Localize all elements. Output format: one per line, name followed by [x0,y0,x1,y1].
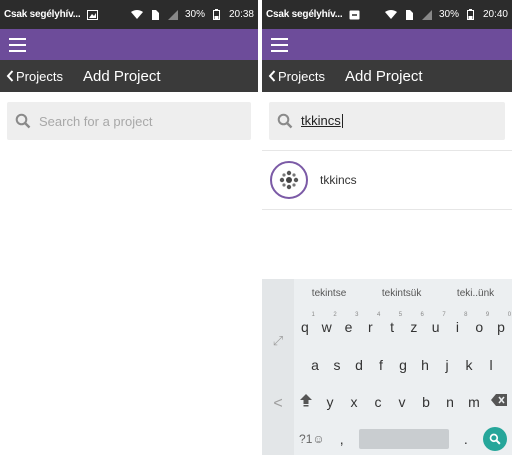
search-icon [277,113,293,129]
clock: 20:38 [228,9,254,20]
key-l[interactable]: l [484,357,498,373]
status-bar: Csak segélyhív... 30% 20:40 [262,0,512,29]
app-bar [262,29,512,60]
battery-percent: 30% [438,9,459,20]
key-s[interactable]: s [330,357,344,373]
key-d[interactable]: d [352,357,366,373]
search-section: tkkincs [262,92,512,150]
menu-icon[interactable] [271,37,288,52]
battery-icon [465,9,477,21]
back-to-projects-link[interactable]: Projects [6,69,63,84]
key-x[interactable]: x [347,394,361,410]
clock: 20:40 [482,9,508,20]
search-go-button[interactable] [482,427,507,451]
keyboard-row-1: q1 w2 e3 r4 t5 z6 u7 i8 o9 p0 [294,312,512,335]
backspace-icon [491,394,507,406]
project-name: tkkincs [320,173,357,187]
key-m[interactable]: m [467,394,481,410]
sim-icon [149,9,161,21]
comma-key[interactable]: , [335,431,349,447]
text-caret [341,113,343,128]
keyboard-row-3: y x c v b n m [294,393,512,410]
search-section: Search for a project [0,92,258,150]
suggestion-bar: tekintse tekintsük teki..ünk [294,279,512,307]
status-bar: Csak segélyhív... 30% 20:38 [0,0,258,29]
key-i[interactable]: i8 [450,312,468,335]
search-placeholder: Search for a project [39,113,153,129]
key-a[interactable]: a [308,357,322,373]
wifi-icon [130,9,143,21]
search-icon [15,113,31,129]
key-y[interactable]: y [323,394,337,410]
notification-icon [348,9,360,21]
sub-header: Projects Add Project [262,60,512,92]
suggestion[interactable]: teki..ünk [457,288,494,299]
search-input[interactable]: Search for a project [7,102,251,140]
key-k[interactable]: k [462,357,476,373]
project-avatar [270,161,308,199]
page-title: Add Project [344,67,423,85]
suggestion[interactable]: tekintse [312,288,346,299]
back-to-projects-link[interactable]: Projects [268,69,325,84]
battery-icon [211,9,223,21]
back-label: Projects [16,68,63,84]
chevron-left-icon [6,70,14,82]
menu-icon[interactable] [9,37,26,52]
suggestion[interactable]: tekintsük [382,288,421,299]
search-input[interactable]: tkkincs [269,102,505,140]
project-logo-icon [279,170,299,190]
key-e[interactable]: e3 [341,312,359,335]
signal-icon [167,9,179,21]
keyboard-back-key[interactable]: < [262,395,294,413]
sim-icon [403,9,415,21]
search-value: tkkincs [301,113,341,128]
carrier-label: Csak segélyhív... [266,9,343,20]
shift-icon [300,394,312,407]
sub-header: Projects Add Project [0,60,258,92]
key-c[interactable]: c [371,394,385,410]
expand-keyboard-icon[interactable]: ⤢ [262,333,294,349]
key-u[interactable]: u7 [429,312,446,335]
key-o[interactable]: o9 [472,312,489,335]
key-f[interactable]: f [374,357,388,373]
back-label: Projects [278,68,325,84]
signal-icon [421,9,433,21]
screen-right: Csak segélyhív... 30% 20:40 Projects Add… [262,0,512,455]
key-v[interactable]: v [395,394,409,410]
image-icon [86,9,98,21]
app-bar [0,29,258,60]
key-n[interactable]: n [443,394,457,410]
page-title: Add Project [82,67,161,85]
carrier-label: Csak segélyhív... [4,9,81,20]
soft-keyboard: ⤢ < tekintse tekintsük teki..ünk q1 w2 e… [262,279,512,455]
shift-key[interactable] [299,393,313,410]
wifi-icon [384,9,397,21]
battery-percent: 30% [184,9,205,20]
key-p[interactable]: p0 [494,312,511,335]
backspace-key[interactable] [491,394,507,409]
key-b[interactable]: b [419,394,433,410]
symbols-key[interactable]: ?1☺ [299,432,325,446]
list-item[interactable]: tkkincs [262,150,512,210]
key-t[interactable]: t5 [385,312,402,335]
keyboard-row-2: a s d f g h j k l [294,357,512,373]
period-key[interactable]: . [459,431,473,447]
key-g[interactable]: g [396,357,410,373]
screen-left: Csak segélyhív... 30% 20:38 Projects Add… [0,0,258,455]
key-h[interactable]: h [418,357,432,373]
key-j[interactable]: j [440,357,454,373]
key-q[interactable]: q1 [298,312,315,335]
chevron-left-icon [268,70,276,82]
keyboard-row-4: ?1☺ , . [294,427,512,451]
keyboard-side-panel: ⤢ < [262,279,294,455]
key-w[interactable]: w2 [320,312,337,335]
search-icon [489,433,501,445]
space-bar[interactable] [358,429,449,449]
key-z[interactable]: z6 [407,312,424,335]
key-r[interactable]: r4 [363,312,380,335]
